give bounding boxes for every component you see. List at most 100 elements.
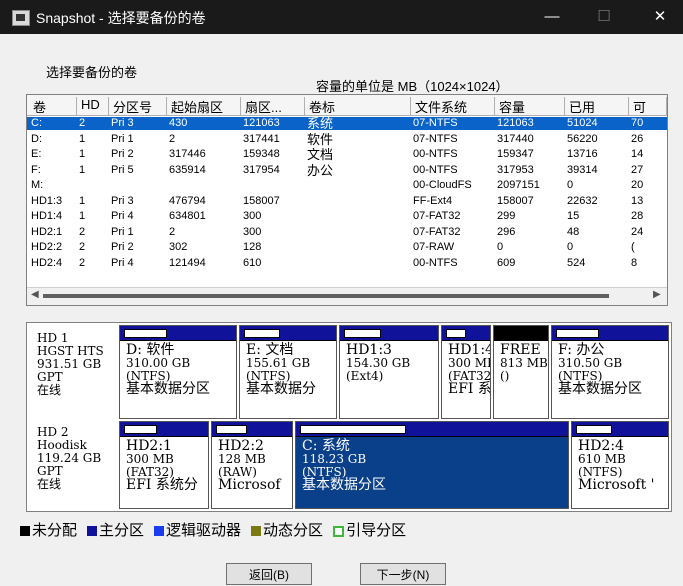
- legend-item: 引导分区: [333, 519, 406, 540]
- table-cell: D:: [31, 132, 42, 145]
- minimize-button[interactable]: —: [538, 6, 566, 28]
- legend-label: 逻辑驱动器: [166, 522, 242, 539]
- volume-list[interactable]: 卷 HD 分区号 起始扇区 扇区... 卷标 文件系统 容量 已用 可 C: 2 P…: [26, 94, 668, 306]
- disk-map: HD 1 HGST HTS 931.51 GB GPT 在线 HD 2 Hood…: [26, 322, 672, 512]
- partition-block[interactable]: HD1:3 154.30 GB (Ext4): [339, 325, 439, 419]
- column-header[interactable]: 卷: [29, 97, 77, 115]
- table-cell: 办公: [307, 163, 334, 177]
- table-cell: 317446: [169, 148, 206, 160]
- table-cell: 26: [631, 132, 644, 145]
- partition-block[interactable]: C: 系统 118.23 GB (NTFS) 基本数据分区: [295, 421, 569, 509]
- partition-block[interactable]: F: 办公 310.50 GB (NTFS) 基本数据分区: [551, 325, 669, 419]
- table-cell: 300: [243, 210, 262, 222]
- table-cell: 634801: [169, 210, 206, 222]
- table-row[interactable]: HD1:4 1 Pri 4 634801 300 07-FAT32 299 15 28: [27, 210, 667, 223]
- scrollbar-thumb[interactable]: [43, 294, 609, 298]
- table-cell: HD2:2: [31, 241, 63, 253]
- scroll-left-icon[interactable]: ◀: [31, 289, 39, 300]
- partition-usage-bar: [124, 425, 157, 434]
- column-header[interactable]: 已用: [565, 97, 629, 115]
- legend-label: 引导分区: [346, 522, 407, 539]
- close-button[interactable]: ✕: [646, 6, 674, 28]
- table-cell: HD1:3: [31, 194, 63, 207]
- table-row[interactable]: HD2:2 2 Pri 2 302 128 07-RAW 0 0 (: [27, 241, 667, 254]
- table-cell: 128: [243, 241, 262, 253]
- table-cell: 2: [79, 117, 86, 129]
- next-button[interactable]: 下一步(N): [360, 563, 446, 585]
- table-row[interactable]: HD2:4 2 Pri 4 121494 610 00-NTFS 609 524 8: [27, 257, 667, 270]
- table-row[interactable]: HD1:3 1 Pri 3 476794 158007 FF-Ext4 158007 2263…: [27, 195, 667, 208]
- partition-line: 基本数据分区: [126, 381, 210, 397]
- disk-1-info[interactable]: HD 1 HGST HTS 931.51 GB GPT 在线: [29, 327, 117, 419]
- table-cell: 2097151: [497, 179, 540, 191]
- table-row[interactable]: C: 2 Pri 3 430 121063 系统 07-NTFS 121063 51024 70: [27, 117, 667, 130]
- table-cell: 158007: [497, 194, 534, 207]
- table-cell: 2: [169, 225, 176, 238]
- table-row[interactable]: F: 1 Pri 5 635914 317954 办公 00-NTFS 317953 39314…: [27, 164, 667, 177]
- disk-2-info[interactable]: HD 2 Hoodisk 119.24 GB GPT 在线: [29, 421, 117, 511]
- table-row[interactable]: M: 00-CloudFS 2097151 0 20: [27, 179, 667, 192]
- column-header[interactable]: 分区号: [109, 97, 167, 115]
- partition-block[interactable]: HD2:2 128 MB (RAW) Microsof: [211, 421, 293, 509]
- table-cell: 476794: [169, 194, 206, 207]
- table-cell: 70: [631, 117, 644, 129]
- table-cell: 296: [497, 225, 516, 238]
- partition-line: (Ext4): [346, 369, 384, 383]
- table-cell: 07-FAT32: [413, 210, 461, 222]
- partition-usage-bar: [300, 425, 406, 434]
- table-cell: 0: [497, 241, 504, 253]
- table-cell: 系统: [307, 117, 334, 130]
- partition-bar: [340, 326, 438, 341]
- table-cell: HD1:4: [31, 210, 63, 222]
- table-cell: 159348: [243, 148, 280, 160]
- partition-block[interactable]: HD1:4300 MB(FAT32)EFI 系: [441, 325, 491, 419]
- table-cell: F:: [31, 163, 41, 176]
- partition-block[interactable]: HD2:4 610 MB (NTFS) Microsoft ': [571, 421, 669, 509]
- table-row[interactable]: E: 1 Pri 2 317446 159348 文档 00-NTFS 159347 13716…: [27, 148, 667, 161]
- table-cell: 302: [169, 241, 188, 253]
- column-header[interactable]: 文件系统: [411, 97, 495, 115]
- table-cell: 07-RAW: [413, 241, 455, 253]
- table-cell: 1: [79, 148, 86, 160]
- partition-bar: [494, 326, 548, 341]
- column-header[interactable]: 卷标: [305, 97, 411, 115]
- column-header[interactable]: 扇区...: [241, 97, 305, 115]
- legend: 未分配 主分区 逻辑驱动器 动态分区 引导分区: [20, 519, 416, 540]
- legend-swatch-icon: [154, 526, 165, 537]
- table-cell: Pri 3: [111, 194, 134, 207]
- back-button[interactable]: 返回(B): [226, 563, 312, 585]
- partition-bar: [212, 422, 292, 437]
- partition-block[interactable]: D: 软件 310.00 GB (NTFS) 基本数据分区: [119, 325, 237, 419]
- table-row[interactable]: HD2:1 2 Pri 1 2 300 07-FAT32 296 48 24: [27, 226, 667, 239]
- table-cell: HD2:4: [31, 256, 63, 269]
- column-header[interactable]: 可: [629, 97, 667, 115]
- partition-usage-bar: [124, 329, 167, 338]
- disk-status: 在线: [37, 477, 62, 491]
- horizontal-scrollbar[interactable]: ◀ ▶: [27, 287, 667, 305]
- legend-swatch-icon: [251, 526, 262, 537]
- table-cell: 1: [79, 132, 86, 145]
- column-header[interactable]: HD: [77, 97, 109, 115]
- table-cell: 299: [497, 210, 516, 222]
- table-cell: 317441: [243, 132, 280, 145]
- partition-line: (): [500, 369, 510, 383]
- table-cell: Pri 4: [111, 256, 134, 269]
- table-row[interactable]: D: 1 Pri 1 2 317441 软件 07-NTFS 317440 56220 26: [27, 133, 667, 146]
- table-cell: 1: [79, 194, 86, 207]
- partition-block[interactable]: HD2:1 300 MB (FAT32) EFI 系统分: [119, 421, 209, 509]
- column-header[interactable]: 起始扇区: [167, 97, 241, 115]
- maximize-button[interactable]: ☐: [590, 6, 618, 28]
- list-header: 卷 HD 分区号 起始扇区 扇区... 卷标 文件系统 容量 已用 可: [27, 95, 667, 116]
- partition-line: EFI 系: [448, 381, 491, 397]
- partition-block[interactable]: FREE 813 MB(): [493, 325, 549, 419]
- scroll-right-icon[interactable]: ▶: [653, 289, 661, 300]
- table-cell: 159347: [497, 148, 534, 160]
- column-header[interactable]: 容量: [495, 97, 565, 115]
- table-cell: 317440: [497, 132, 534, 145]
- table-cell: 158007: [243, 194, 280, 207]
- table-cell: 317953: [497, 163, 534, 176]
- partition-block[interactable]: E: 文档 155.61 GB (NTFS) 基本数据分: [239, 325, 337, 419]
- table-cell: 28: [631, 210, 644, 222]
- table-cell: 00-NTFS: [413, 256, 458, 269]
- table-cell: 1: [79, 210, 86, 222]
